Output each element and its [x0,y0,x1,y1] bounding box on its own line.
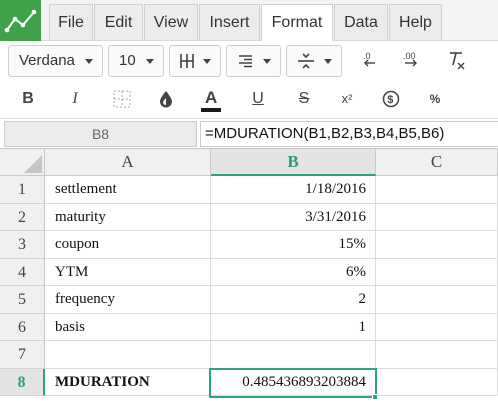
cell-c[interactable] [376,258,498,286]
borders-dropdown[interactable] [169,45,221,77]
font-size-dropdown[interactable]: 10 [108,45,164,77]
app-logo [0,0,41,41]
fill-handle[interactable] [372,394,378,400]
menu-view[interactable]: View [144,4,198,40]
cell-b[interactable]: 0.485436893203884 [211,368,376,396]
cell-b[interactable]: 1 [211,313,376,341]
underline-button[interactable]: U [244,85,272,113]
menu-format[interactable]: Format [261,4,333,42]
strikethrough-button[interactable]: S [290,85,318,113]
menu-edit[interactable]: Edit [94,4,143,40]
cell-a[interactable]: YTM [45,258,211,286]
sheet-logo-icon [4,9,36,32]
fill-color-droplet-icon [160,91,172,108]
menu-insert[interactable]: Insert [199,4,260,40]
increase-decimal-button[interactable]: .00 [398,45,426,75]
borders-icon [180,54,194,68]
menu-help[interactable]: Help [389,4,442,40]
cell-b[interactable]: 2 [211,286,376,314]
currency-icon: $ [382,90,400,108]
cell-c[interactable] [376,341,498,369]
cell-borders-button[interactable] [108,85,136,113]
cell-b[interactable]: 6% [211,258,376,286]
column-header-a[interactable]: A [45,149,211,176]
cell-b[interactable]: 3/31/2016 [211,203,376,231]
bold-button[interactable]: B [14,85,42,113]
cell-c[interactable] [376,203,498,231]
cell-b[interactable]: 1/18/2016 [211,176,376,204]
row-header[interactable]: 4 [0,258,45,286]
decrease-decimal-button[interactable]: .0 [355,45,383,75]
cell-a[interactable]: frequency [45,286,211,314]
row-header[interactable]: 7 [0,341,45,369]
row-header[interactable]: 6 [0,313,45,341]
row-header[interactable]: 1 [0,176,45,204]
spreadsheet-grid: A B C 1 settlement 1/18/2016 2 maturity 3/31/… [0,149,498,405]
formula-bar: B8 =MDURATION(B1,B2,B3,B4,B5,B6) [0,119,498,149]
cell-a[interactable]: maturity [45,203,211,231]
cell-a[interactable] [45,341,211,369]
cell-a[interactable]: MDURATION [45,368,211,396]
chevron-down-icon [324,59,332,64]
percent-format-button[interactable]: % [421,85,449,113]
menu-data[interactable]: Data [334,4,388,40]
corner-triangle-icon [24,155,42,173]
cell-b[interactable]: 15% [211,231,376,259]
column-header-c[interactable]: C [376,149,498,176]
row-header[interactable]: 5 [0,286,45,314]
clear-format-button[interactable] [442,45,470,75]
vertical-align-dropdown[interactable] [286,45,342,77]
decrease-decimal-icon: .0 [363,51,375,67]
chevron-down-icon [203,59,211,64]
cell-b[interactable] [211,341,376,369]
align-right-icon [239,55,252,68]
cell-c[interactable] [376,313,498,341]
cell-a[interactable]: basis [45,313,211,341]
currency-format-button[interactable]: $ [377,85,405,113]
cell-c[interactable] [376,286,498,314]
svg-text:$: $ [387,94,393,106]
cell-c[interactable] [376,368,498,396]
font-size-value: 10 [119,52,136,69]
cell-c[interactable] [376,176,498,204]
cell-a[interactable]: coupon [45,231,211,259]
row-header[interactable]: 8 [0,368,45,396]
formula-input[interactable]: =MDURATION(B1,B2,B3,B4,B5,B6) [200,121,498,147]
font-family-value: Verdana [19,52,75,69]
superscript-button[interactable]: x² [333,85,361,113]
text-color-button[interactable]: A [197,85,225,113]
toolbar: Verdana 10 .0 .00 B I A U S x² $ % [0,41,498,119]
italic-button[interactable]: I [61,85,89,113]
font-family-dropdown[interactable]: Verdana [8,45,103,77]
vertical-align-icon [298,53,314,69]
cell-borders-icon [113,90,131,108]
select-all-corner[interactable] [0,149,45,176]
chevron-down-icon [263,59,271,64]
row-header[interactable]: 3 [0,231,45,259]
name-box[interactable]: B8 [4,121,197,147]
clear-format-icon [450,52,465,70]
menu-file[interactable]: File [49,4,93,40]
increase-decimal-icon: .00 [403,51,417,67]
column-header-b[interactable]: B [211,149,376,176]
text-color-icon: A [201,88,221,112]
chevron-down-icon [146,59,154,64]
svg-text:.0: .0 [363,51,371,61]
cell-c[interactable] [376,231,498,259]
chevron-down-icon [85,59,93,64]
svg-text:.00: .00 [403,51,416,61]
svg-text:A: A [205,88,217,107]
fill-color-button[interactable] [152,85,180,113]
horizontal-align-dropdown[interactable] [226,45,281,77]
cell-a[interactable]: settlement [45,176,211,204]
menu-bar: File Edit View Insert Format Data Help [0,0,498,42]
row-header[interactable]: 2 [0,203,45,231]
